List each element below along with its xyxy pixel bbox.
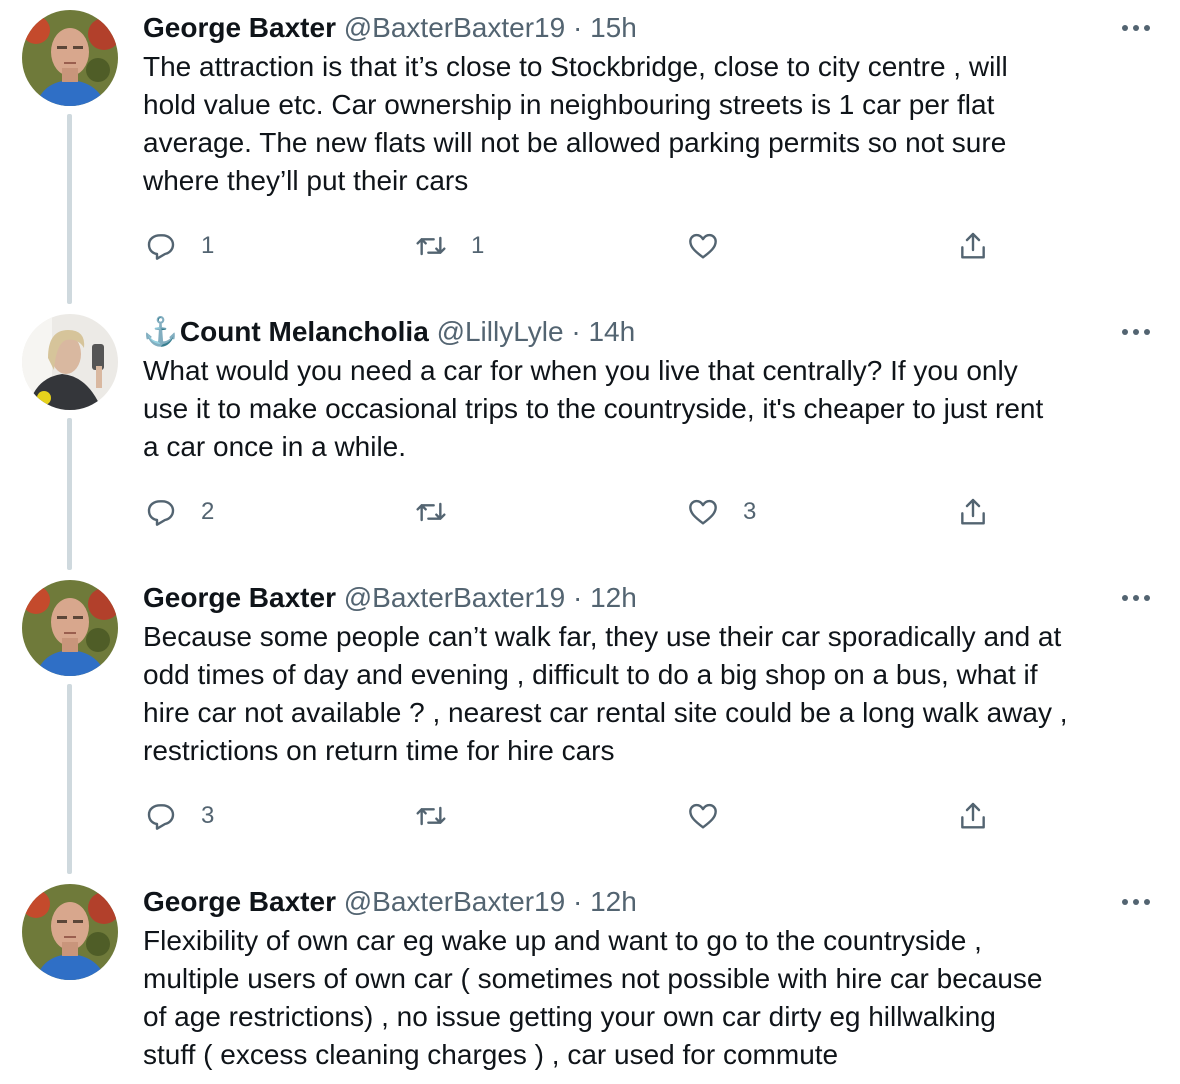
separator-dot: · (572, 12, 583, 43)
more-icon[interactable] (1118, 580, 1154, 616)
author-name[interactable]: Count Melancholia (180, 316, 429, 347)
tweet-text: What would you need a car for when you l… (143, 352, 1158, 466)
like-button[interactable] (685, 226, 743, 266)
tweet-header: ⚓Count Melancholia @LillyLyle · 14h (143, 314, 1154, 350)
avatar-george-baxter[interactable] (22, 884, 118, 980)
tweet[interactable]: George Baxter @BaxterBaxter19 · 12h Beca… (0, 580, 1180, 874)
reply-icon (143, 798, 179, 834)
tweet-text-line: multiple users of own car ( sometimes no… (143, 963, 1043, 994)
author-name[interactable]: George Baxter (143, 582, 336, 613)
heart-icon (685, 494, 721, 530)
separator-dot: · (571, 316, 581, 347)
tweet-text-line: where they’ll put their cars (143, 165, 469, 196)
reply-icon (143, 494, 179, 530)
timestamp[interactable]: 12h (590, 582, 637, 613)
tweet[interactable]: George Baxter @BaxterBaxter19 · 15h The … (0, 10, 1180, 304)
thread-connector (67, 418, 72, 570)
tweet-rail (22, 10, 118, 304)
retweet-button[interactable]: 1 (413, 226, 484, 266)
heart-icon (685, 798, 721, 834)
tweet-text-line: use it to make occasional trips to the c… (143, 393, 1044, 424)
tweet-content: George Baxter @BaxterBaxter19 · 15h The … (143, 10, 1154, 260)
tweet-text-line: Because some people can’t walk far, they… (143, 621, 1062, 652)
tweet-text-line: a car once in a while. (143, 431, 407, 462)
more-icon[interactable] (1118, 884, 1154, 920)
reply-button[interactable]: 3 (143, 796, 214, 836)
retweet-icon (413, 798, 449, 834)
separator-dot: · (572, 886, 583, 917)
retweet-icon (413, 228, 449, 264)
tweet-rail (22, 580, 118, 874)
reply-button[interactable]: 2 (143, 492, 214, 532)
avatar-george-baxter[interactable] (22, 10, 118, 106)
more-icon[interactable] (1118, 10, 1154, 46)
tweet[interactable]: ⚓Count Melancholia @LillyLyle · 14h What… (0, 314, 1180, 570)
conversation-thread: George Baxter @BaxterBaxter19 · 15h The … (0, 0, 1180, 1084)
anchor-emoji: ⚓ (143, 316, 178, 347)
retweet-button[interactable] (413, 492, 471, 532)
tweet-text-line: The attraction is that it’s close to Sto… (143, 51, 1008, 82)
tweet-text: Because some people can’t walk far, they… (143, 618, 1158, 770)
share-icon (955, 228, 991, 264)
timestamp[interactable]: 12h (590, 886, 637, 917)
heart-icon (685, 228, 721, 264)
tweet-text-line: of age restrictions) , no issue getting … (143, 1001, 996, 1032)
tweet-text: The attraction is that it’s close to Sto… (143, 48, 1158, 200)
avatar-count-melancholia[interactable] (22, 314, 118, 410)
author-handle[interactable]: @BaxterBaxter19 (344, 886, 565, 917)
thread-connector (67, 684, 72, 874)
reply-icon (143, 228, 179, 264)
tweet-text-line: odd times of day and evening , difficult… (143, 659, 1038, 690)
tweet-text-line: average. The new flats will not be allow… (143, 127, 1007, 158)
tweet[interactable]: George Baxter @BaxterBaxter19 · 12h Flex… (0, 884, 1180, 1084)
like-button[interactable]: 3 (685, 492, 756, 532)
tweet-header: George Baxter @BaxterBaxter19 · 12h (143, 884, 1154, 920)
reply-count: 2 (201, 498, 215, 525)
reply-count: 3 (201, 802, 215, 829)
like-button[interactable] (685, 796, 743, 836)
tweet-text-line: stuff ( excess cleaning charges ) , car … (143, 1039, 839, 1070)
tweet-rail (22, 314, 118, 570)
retweet-button[interactable] (413, 796, 471, 836)
tweet-text: Flexibility of own car eg wake up and wa… (143, 922, 1158, 1074)
like-count: 3 (743, 498, 757, 525)
tweet-text-line: Flexibility of own car eg wake up and wa… (143, 925, 982, 956)
author-name[interactable]: George Baxter (143, 886, 336, 917)
avatar-george-baxter[interactable] (22, 580, 118, 676)
author-handle[interactable]: @BaxterBaxter19 (344, 12, 565, 43)
tweet-text-line: restrictions on return time for hire car… (143, 735, 615, 766)
tweet-content: George Baxter @BaxterBaxter19 · 12h Beca… (143, 580, 1154, 830)
share-button[interactable] (955, 226, 991, 266)
tweet-rail (22, 884, 118, 1084)
tweet-content: George Baxter @BaxterBaxter19 · 12h Flex… (143, 884, 1154, 1074)
tweet-header: George Baxter @BaxterBaxter19 · 15h (143, 10, 1154, 46)
more-icon[interactable] (1118, 314, 1154, 350)
tweet-text-line: hold value etc. Car ownership in neighbo… (143, 89, 995, 120)
author-handle[interactable]: @BaxterBaxter19 (344, 582, 565, 613)
tweet-text-line: What would you need a car for when you l… (143, 355, 1018, 386)
timestamp[interactable]: 14h (588, 316, 635, 347)
reply-button[interactable]: 1 (143, 226, 214, 266)
thread-connector (67, 114, 72, 304)
tweet-text-line: hire car not available ? , nearest car r… (143, 697, 1068, 728)
separator-dot: · (572, 582, 583, 613)
tweet-actions: 1 1 (143, 226, 1003, 266)
author-handle[interactable]: @LillyLyle (437, 316, 564, 347)
share-button[interactable] (955, 492, 991, 532)
tweet-actions: 3 (143, 796, 1003, 836)
tweet-content: ⚓Count Melancholia @LillyLyle · 14h What… (143, 314, 1154, 526)
timestamp[interactable]: 15h (590, 12, 637, 43)
author-name[interactable]: George Baxter (143, 12, 336, 43)
reply-count: 1 (201, 232, 215, 259)
tweet-header: George Baxter @BaxterBaxter19 · 12h (143, 580, 1154, 616)
share-icon (955, 494, 991, 530)
tweet-actions: 2 3 (143, 492, 1003, 532)
retweet-icon (413, 494, 449, 530)
share-icon (955, 798, 991, 834)
retweet-count: 1 (471, 232, 485, 259)
share-button[interactable] (955, 796, 991, 836)
